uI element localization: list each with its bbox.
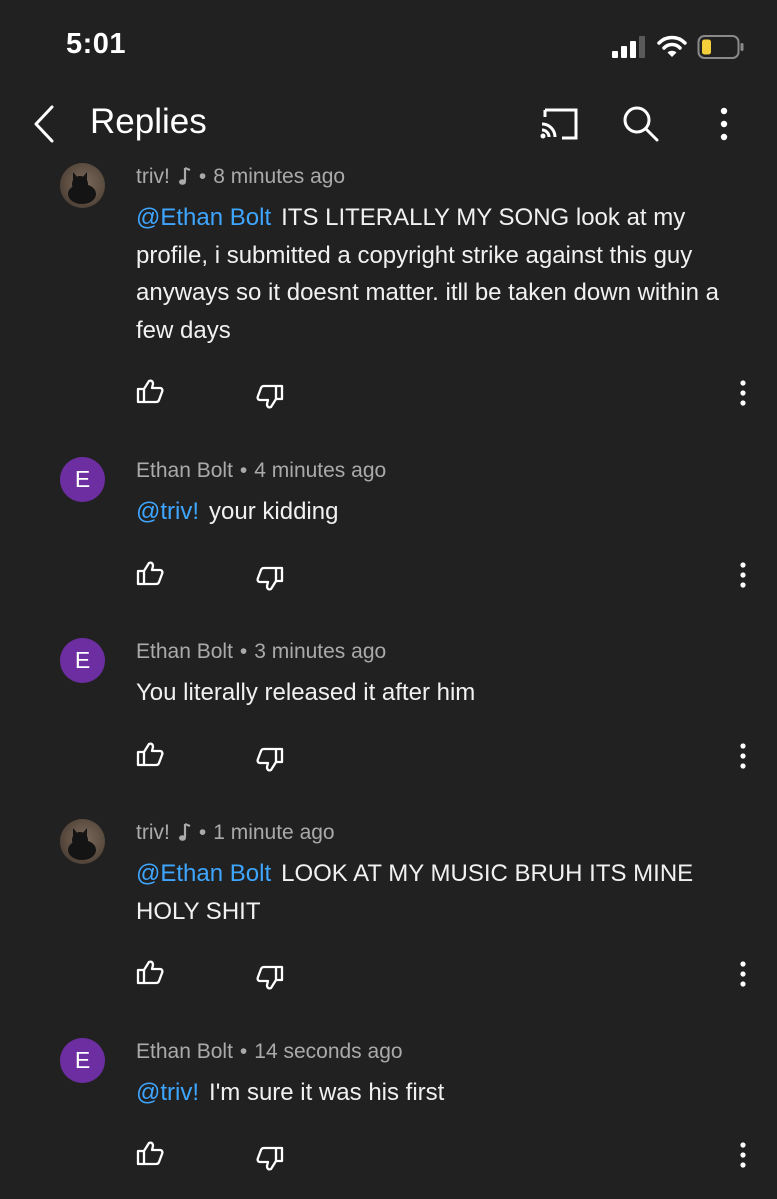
dislike-button[interactable]: [252, 561, 288, 597]
page-title: Replies: [90, 102, 207, 141]
like-button[interactable]: [132, 954, 168, 990]
meta-separator: •: [239, 640, 248, 663]
thumbs-up-icon: [136, 960, 164, 985]
thumbs-down-icon: [256, 566, 284, 591]
more-vertical-icon: [740, 380, 746, 406]
comment-author[interactable]: triv!: [136, 821, 170, 845]
comment-meta: Ethan Bolt • 3 minutes ago: [136, 640, 386, 664]
comment-menu-button[interactable]: [728, 956, 758, 992]
more-vertical-icon: [720, 107, 728, 141]
comment-text: @triv! I'm sure it was his first: [136, 1074, 736, 1112]
comment-author[interactable]: Ethan Bolt: [136, 640, 233, 664]
chevron-left-icon: [34, 105, 54, 143]
thumbs-down-icon: [256, 1146, 284, 1171]
search-button[interactable]: [617, 100, 665, 148]
comment-meta: Ethan Bolt • 14 seconds ago: [136, 1040, 403, 1064]
dislike-button[interactable]: [252, 379, 288, 415]
mention-link[interactable]: @triv!: [136, 498, 199, 525]
comment-body: I'm sure it was his first: [209, 1079, 445, 1106]
music-note-icon: [178, 822, 191, 841]
cat-avatar-image: [68, 828, 96, 860]
comment-body: your kidding: [209, 498, 339, 525]
wifi-icon: [657, 35, 687, 57]
status-bar: 5:01: [0, 0, 777, 92]
more-vertical-icon: [740, 562, 746, 588]
music-note-icon: [178, 166, 191, 185]
cast-button[interactable]: [535, 100, 583, 148]
comment-menu-button[interactable]: [728, 1137, 758, 1173]
comment-time: 8 minutes ago: [213, 165, 346, 188]
dislike-button[interactable]: [252, 1141, 288, 1177]
comment-time: 3 minutes ago: [254, 640, 387, 663]
battery-icon: [697, 35, 744, 59]
dislike-button[interactable]: [252, 960, 288, 996]
comment-text: @Ethan Bolt ITS LITERALLY MY SONG look at…: [136, 199, 736, 349]
comment-body: You literally released it after him: [136, 679, 476, 706]
comment-author[interactable]: triv!: [136, 165, 170, 189]
search-icon: [623, 106, 659, 142]
cat-avatar-image: [68, 172, 96, 204]
comment-author[interactable]: Ethan Bolt: [136, 459, 233, 483]
comment-text: You literally released it after him: [136, 674, 736, 712]
thumbs-up-icon: [136, 1141, 164, 1166]
more-vertical-icon: [740, 743, 746, 769]
comment-meta: triv! • 1 minute ago: [136, 821, 335, 845]
meta-separator: •: [198, 165, 207, 188]
thumbs-down-icon: [256, 384, 284, 409]
avatar[interactable]: [60, 819, 105, 864]
thumbs-up-icon: [136, 742, 164, 767]
status-time: 5:01: [66, 28, 127, 60]
like-button[interactable]: [132, 555, 168, 591]
back-button[interactable]: [28, 104, 62, 144]
comment-time: 4 minutes ago: [254, 459, 387, 482]
avatar[interactable]: [60, 163, 105, 208]
comment-menu-button[interactable]: [728, 557, 758, 593]
dislike-button[interactable]: [252, 742, 288, 778]
comment-time: 1 minute ago: [213, 821, 335, 844]
top-app-bar: Replies: [0, 92, 777, 158]
thumbs-down-icon: [256, 747, 284, 772]
more-vertical-icon: [740, 1142, 746, 1168]
comment-author[interactable]: Ethan Bolt: [136, 1040, 233, 1064]
comment-text: @triv! your kidding: [136, 493, 736, 531]
cast-icon: [540, 108, 578, 140]
thumbs-up-icon: [136, 561, 164, 586]
thumbs-up-icon: [136, 379, 164, 404]
comment-time: 14 seconds ago: [254, 1040, 403, 1063]
comment-meta: Ethan Bolt • 4 minutes ago: [136, 459, 386, 483]
comment-menu-button[interactable]: [728, 738, 758, 774]
avatar[interactable]: E: [60, 638, 105, 683]
thumbs-down-icon: [256, 965, 284, 990]
signal-icon: [612, 36, 645, 58]
avatar[interactable]: E: [60, 1038, 105, 1083]
like-button[interactable]: [132, 1135, 168, 1171]
mention-link[interactable]: @Ethan Bolt: [136, 860, 271, 887]
more-vertical-icon: [740, 961, 746, 987]
meta-separator: •: [239, 459, 248, 482]
like-button[interactable]: [132, 373, 168, 409]
mention-link[interactable]: @triv!: [136, 1079, 199, 1106]
more-options-button[interactable]: [700, 100, 748, 148]
avatar[interactable]: E: [60, 457, 105, 502]
comment-meta: triv! • 8 minutes ago: [136, 165, 345, 189]
meta-separator: •: [239, 1040, 248, 1063]
like-button[interactable]: [132, 736, 168, 772]
status-icons: [611, 33, 745, 61]
mention-link[interactable]: @Ethan Bolt: [136, 204, 271, 231]
meta-separator: •: [198, 821, 207, 844]
comment-menu-button[interactable]: [728, 375, 758, 411]
comment-text: @Ethan Bolt LOOK AT MY MUSIC BRUH ITS MIN…: [136, 855, 736, 930]
